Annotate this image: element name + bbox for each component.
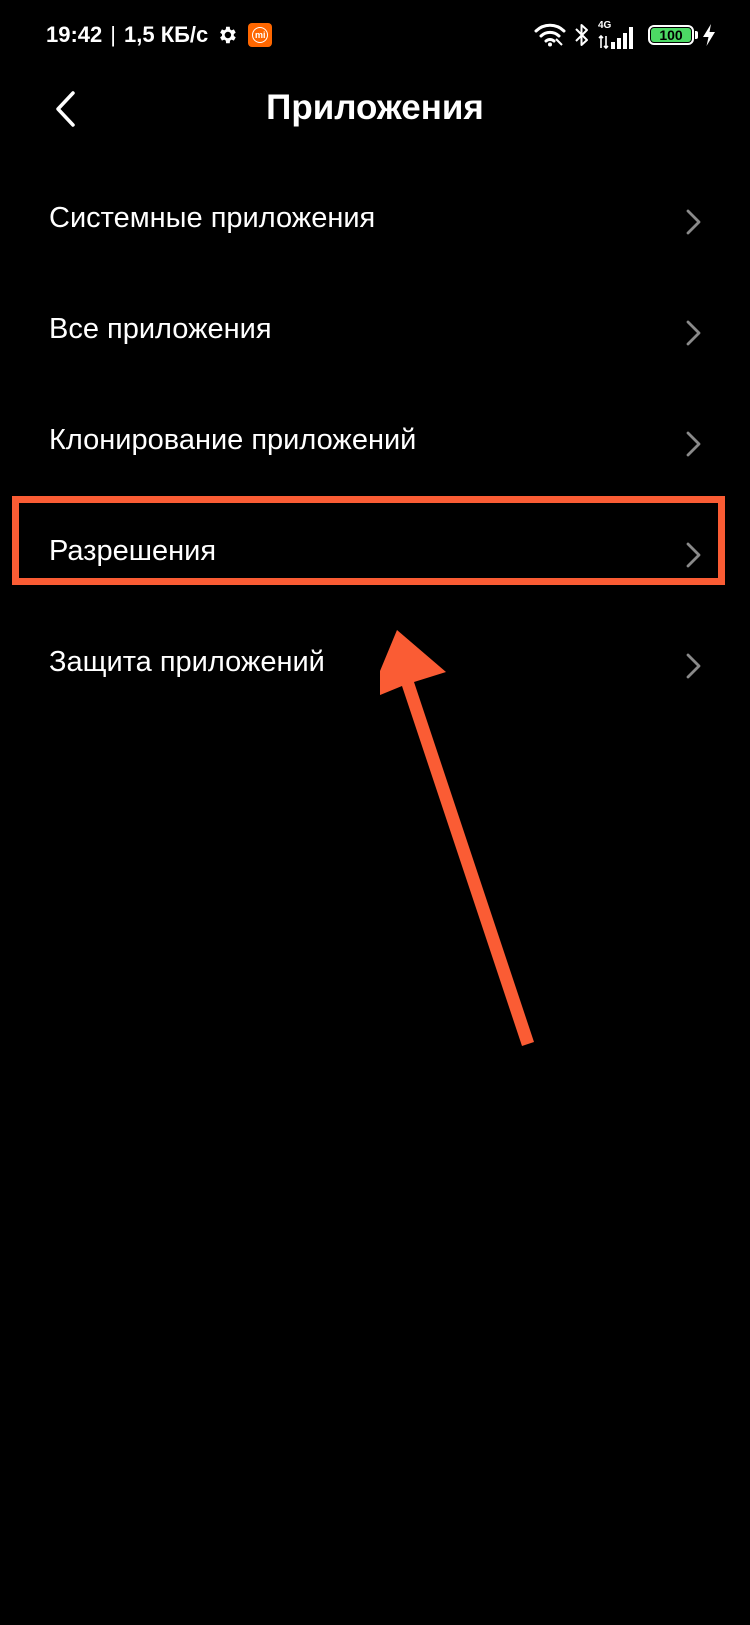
- battery-level: 100: [659, 27, 683, 43]
- wifi-icon: [534, 23, 566, 47]
- status-bar: 19:42 | 1,5 КБ/с mi 4G 100: [0, 0, 750, 70]
- signal-icon: [598, 27, 633, 50]
- bluetooth-icon: [575, 24, 588, 46]
- menu-item-system-apps[interactable]: Системные приложения: [0, 166, 750, 277]
- header: Приложения: [0, 70, 750, 152]
- menu-list: Системные приложения Все приложения Клон…: [0, 166, 750, 721]
- page-title: Приложения: [266, 88, 484, 127]
- chevron-right-icon: [686, 542, 701, 568]
- lightning-icon: [703, 24, 715, 46]
- status-left: 19:42 | 1,5 КБ/с mi: [46, 18, 273, 52]
- chevron-right-icon: [686, 320, 701, 346]
- status-right: 4G 100: [526, 18, 716, 52]
- menu-item-permissions[interactable]: Разрешения: [0, 499, 750, 610]
- menu-item-label: Все приложения: [49, 313, 272, 345]
- status-separator: |: [110, 22, 116, 47]
- gear-icon: [220, 26, 237, 44]
- status-time: 19:42: [46, 22, 103, 47]
- menu-item-app-cloning[interactable]: Клонирование приложений: [0, 388, 750, 499]
- chevron-right-icon: [686, 431, 701, 457]
- menu-item-label: Разрешения: [49, 535, 217, 567]
- menu-item-label: Системные приложения: [49, 202, 376, 234]
- network-speed: 1,5 КБ/с: [124, 22, 209, 47]
- mi-notification-icon: mi: [248, 23, 273, 47]
- menu-item-app-lock[interactable]: Защита приложений: [0, 610, 750, 721]
- menu-item-all-apps[interactable]: Все приложения: [0, 277, 750, 388]
- chevron-right-icon: [686, 653, 701, 679]
- battery-indicator: 100: [648, 25, 698, 45]
- menu-item-label: Защита приложений: [49, 646, 325, 678]
- chevron-right-icon: [686, 209, 701, 235]
- menu-item-label: Клонирование приложений: [49, 424, 417, 456]
- mobile-network: 4G: [598, 20, 636, 50]
- battery-cap: [695, 31, 698, 39]
